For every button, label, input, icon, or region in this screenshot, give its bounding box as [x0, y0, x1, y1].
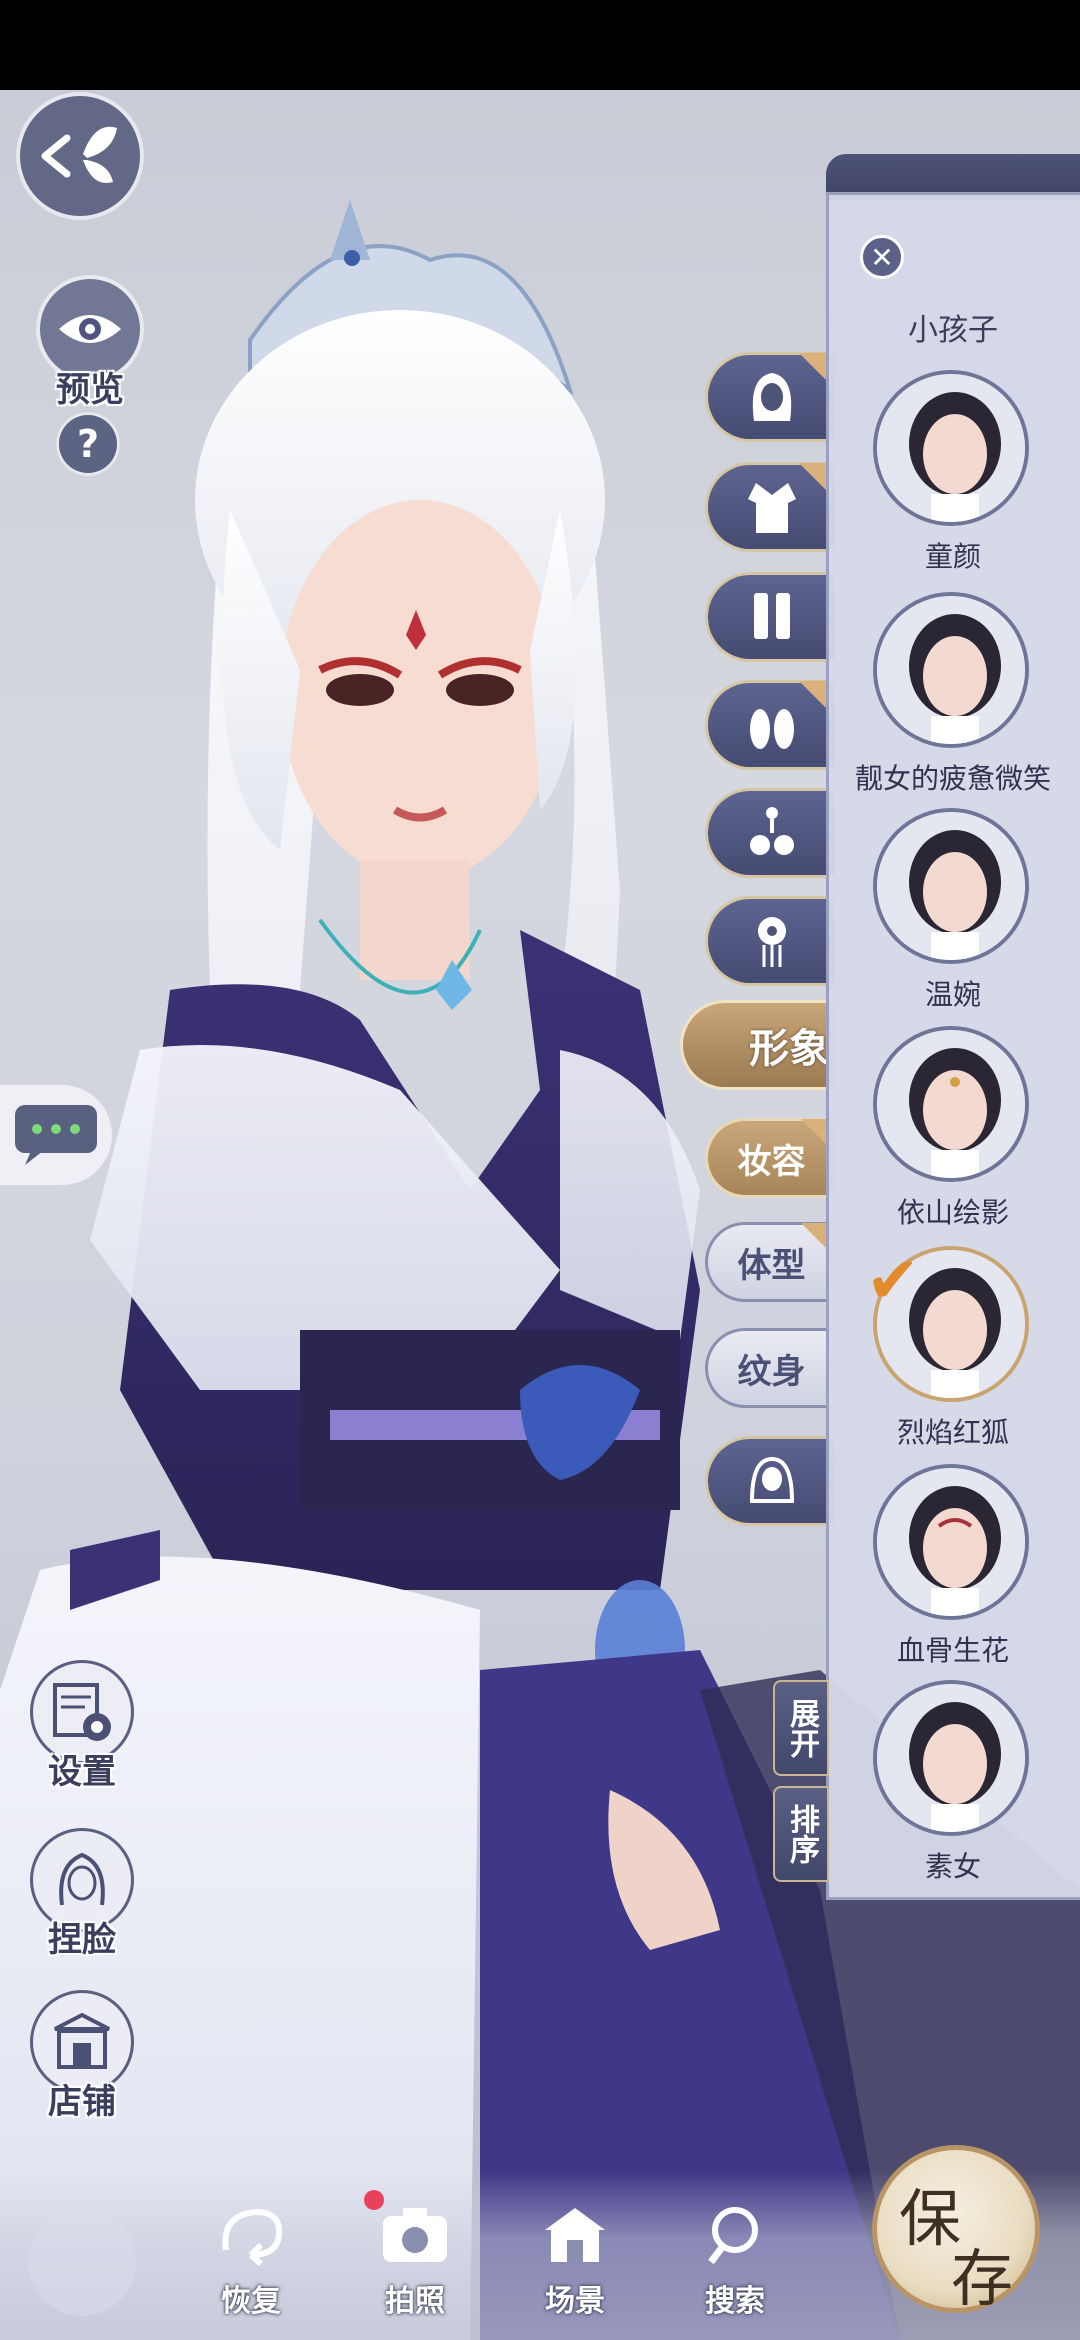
camera-icon: [383, 2208, 447, 2262]
chat-button[interactable]: [0, 1085, 112, 1185]
save-label-char: 存: [951, 2242, 1014, 2315]
preset-name: 温婉: [924, 978, 981, 1011]
expand-label: 展开: [784, 1698, 819, 1758]
leggings-icon: [753, 593, 790, 639]
preset-item[interactable]: 温婉: [826, 808, 1080, 1024]
settings-gear-icon: [53, 1683, 111, 1741]
category-tab-veil[interactable]: [705, 1436, 835, 1526]
shoes-icon: [749, 709, 794, 749]
preset-portrait: [873, 1464, 1029, 1620]
category-tab-body[interactable]: 体型: [705, 1222, 835, 1302]
category-tab-makeup[interactable]: 妆容: [705, 1118, 835, 1198]
preset-item-selected[interactable]: 烈焰红狐: [826, 1246, 1080, 1462]
settings-label: 设置: [48, 1752, 116, 1792]
close-panel-button[interactable]: ✕: [860, 235, 904, 279]
preset-portrait: [873, 808, 1029, 964]
preset-item[interactable]: 素女: [826, 1680, 1080, 1896]
preset-name: 依山绘影: [896, 1196, 1009, 1229]
status-bar: [0, 0, 1080, 90]
preset-name: 靓女的疲惫微笑: [854, 762, 1051, 795]
face-portrait-icon: [877, 1468, 1025, 1616]
scene-button[interactable]: 场景: [520, 2200, 630, 2330]
scene-label: 场景: [545, 2284, 605, 2319]
preset-item[interactable]: 血骨生花: [826, 1464, 1080, 1680]
preset-name: 素女: [924, 1850, 981, 1883]
back-button[interactable]: [16, 92, 144, 220]
sort-button[interactable]: 排序: [773, 1786, 829, 1882]
eye-icon: [59, 315, 121, 343]
category-tab-image-label: 形象: [749, 1025, 829, 1072]
photo-button[interactable]: 拍照: [360, 2200, 470, 2330]
face-portrait-icon: [877, 1684, 1025, 1832]
category-tab-accessory[interactable]: [705, 788, 835, 878]
preset-item[interactable]: 依山绘影: [826, 1026, 1080, 1242]
face-sculpt-label: 捏脸: [48, 1920, 116, 1960]
shop-icon: [54, 2012, 110, 2069]
preset-name: 童颜: [924, 540, 981, 573]
category-tab-hairpin[interactable]: [705, 896, 835, 986]
face-portrait-icon: [877, 374, 1025, 522]
scene-icon: [545, 2208, 605, 2262]
outfit-icon: [747, 483, 796, 533]
sort-label: 排序: [784, 1804, 819, 1864]
preset-portrait: [873, 1026, 1029, 1182]
preset-portrait: [873, 370, 1029, 526]
hair-icon: [752, 373, 791, 421]
avatar[interactable]: [28, 2208, 136, 2316]
preset-item[interactable]: 童颜: [826, 370, 1080, 586]
shop-label: 店铺: [48, 2082, 116, 2122]
expand-button[interactable]: 展开: [773, 1680, 829, 1776]
face-sculpt-icon: [59, 1852, 105, 1906]
category-tab-shoes[interactable]: [705, 680, 835, 770]
category-tab-image[interactable]: 形象: [680, 1000, 835, 1090]
restore-icon: [222, 2208, 283, 2267]
category-tab-tattoo-label: 纹身: [737, 1351, 806, 1392]
photo-label: 拍照: [385, 2284, 445, 2319]
preset-portrait: [873, 1680, 1029, 1836]
face-portrait-icon: [877, 1030, 1025, 1178]
preset-name: 血骨生花: [896, 1634, 1009, 1667]
butterfly-back-icon: [41, 126, 117, 184]
preset-item[interactable]: 靓女的疲惫微笑: [826, 592, 1080, 808]
face-portrait-icon: [877, 596, 1025, 744]
search-button[interactable]: 搜索: [680, 2200, 790, 2330]
category-tab-hair[interactable]: [705, 352, 835, 442]
category-tab-leggings[interactable]: [705, 572, 835, 662]
preset-portrait: [873, 592, 1029, 748]
save-button[interactable]: 保 存: [872, 2145, 1040, 2315]
preset-name: 烈焰红狐: [896, 1416, 1009, 1449]
veil-icon: [749, 1456, 794, 1503]
category-tab-makeup-label: 妆容: [737, 1141, 806, 1182]
category-tab-tattoo[interactable]: 纹身: [705, 1328, 835, 1408]
partial-preset-label: 小孩子: [908, 313, 998, 348]
restore-button[interactable]: 恢复: [196, 2200, 306, 2330]
preview-label: 预览: [56, 370, 124, 410]
hairpin-icon: [757, 917, 786, 967]
category-tab-outfit[interactable]: [705, 462, 835, 552]
chat-bubble-icon: [15, 1105, 97, 1165]
search-label: 搜索: [705, 2284, 765, 2319]
search-icon: [708, 2207, 758, 2265]
help-button[interactable]: ?: [56, 412, 120, 476]
accessory-icon: [749, 807, 794, 855]
category-tab-body-label: 体型: [737, 1245, 806, 1286]
selected-check-icon: ✔: [866, 1244, 920, 1318]
close-icon: ✕: [870, 240, 894, 274]
face-portrait-icon: [877, 812, 1025, 960]
question-mark-icon: ?: [76, 422, 100, 466]
restore-label: 恢复: [221, 2284, 281, 2319]
